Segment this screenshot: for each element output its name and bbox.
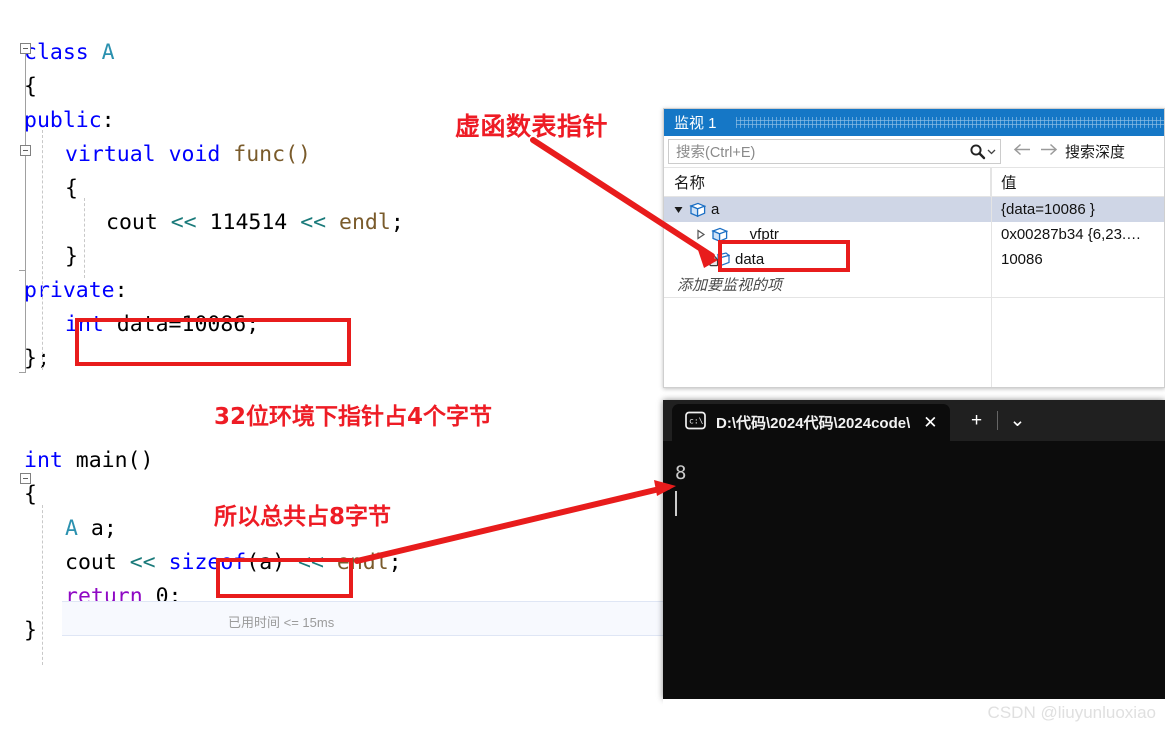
code-line: } [24, 614, 37, 648]
annotation-pointer-size: 32位环境下指针占4个字节 [214, 404, 493, 430]
code-token: public [24, 108, 102, 133]
current-line-highlight [62, 601, 665, 636]
code-token: { [24, 482, 37, 507]
code-token: main() [75, 448, 154, 473]
highlight-box-sizeof-call [216, 558, 353, 598]
object-box-icon [687, 202, 706, 218]
indent-guide-body [84, 198, 85, 278]
code-token: int [24, 448, 76, 473]
code-token: a; [90, 516, 117, 541]
expander-placeholder [692, 247, 709, 272]
terminal-actions[interactable]: + ⌄ [960, 400, 1035, 441]
watch-column-headers: 名称 值 [664, 167, 1164, 197]
code-line: cout << 114514 << endl; [106, 206, 404, 240]
close-icon[interactable]: ✕ [920, 414, 940, 431]
watch-window-titlebar[interactable]: 监视 1 [664, 109, 1164, 136]
code-token: class [24, 40, 102, 65]
watch-search-box[interactable]: 搜索(Ctrl+E) [668, 139, 1001, 164]
code-line: virtual void func() [65, 138, 311, 172]
watch-row-name-cell[interactable]: a [664, 197, 991, 222]
collapse-triangle-icon[interactable] [670, 197, 687, 222]
terminal-tab[interactable]: c:\ D:\代码\2024代码\2024code\ ✕ [672, 404, 950, 441]
terminal-window[interactable]: c:\ D:\代码\2024代码\2024code\ ✕ + ⌄ 8 [663, 400, 1165, 699]
indent-guide-class [42, 130, 43, 370]
elapsed-time-hint: 已用时间 <= 15ms [228, 615, 335, 630]
fold-bar-func [25, 156, 26, 270]
fold-foot-class [19, 372, 26, 373]
code-token: func() [233, 142, 311, 167]
fold-marker-main[interactable] [20, 473, 31, 484]
watch-add-item-row[interactable]: 添加要监视的项 [664, 272, 1164, 298]
code-token: A [65, 516, 91, 541]
search-input[interactable]: 搜索(Ctrl+E) [676, 141, 969, 162]
watermark: CSDN @liuyunluoxiao [987, 703, 1156, 722]
code-token: ; [388, 550, 402, 575]
svg-text:c:\: c:\ [689, 416, 704, 425]
chevron-down-icon[interactable]: ⌄ [1001, 400, 1035, 441]
highlight-box-vfptr-row [718, 240, 850, 272]
watch-row-value[interactable]: {data=10086 } [991, 201, 1164, 218]
column-header-name[interactable]: 名称 [664, 168, 991, 196]
fold-foot-func [19, 270, 26, 271]
code-token: cout [65, 550, 130, 575]
code-line: private: [24, 274, 128, 308]
code-token: : [114, 278, 128, 303]
code-token: }; [24, 346, 50, 371]
watch-row-value[interactable]: 0x00287b34 {6,23.… [991, 226, 1164, 243]
code-line: A a; [65, 512, 117, 546]
code-line: { [65, 172, 78, 206]
fold-marker-class[interactable] [20, 43, 31, 54]
code-token: } [24, 618, 37, 643]
back-arrow-icon[interactable] [1013, 142, 1032, 162]
search-icon[interactable] [969, 143, 986, 160]
watch-row[interactable]: a {data=10086 } [664, 197, 1164, 222]
chevron-down-icon[interactable] [986, 140, 997, 163]
column-divider [991, 167, 992, 387]
code-token: << [300, 210, 340, 235]
highlight-box-data-member [75, 318, 351, 366]
annotation-vfptr-label: 虚函数表指针 [455, 112, 609, 141]
watch-toolbar[interactable]: 搜索(Ctrl+E) 搜索深度 [664, 136, 1164, 167]
terminal-cursor [675, 491, 677, 516]
code-token: ; [390, 210, 404, 235]
code-token: } [65, 244, 78, 269]
column-header-value[interactable]: 值 [991, 168, 1164, 196]
terminal-tab-title: D:\代码\2024代码\2024code\ [716, 415, 911, 432]
expand-triangle-icon[interactable] [692, 222, 709, 247]
watch-depth-nav[interactable]: 搜索深度 [1005, 141, 1125, 162]
watch-add-item-label[interactable]: 添加要监视的项 [677, 274, 782, 295]
new-tab-icon[interactable]: + [960, 400, 994, 441]
watch-empty-area [664, 298, 1164, 387]
search-depth-label: 搜索深度 [1065, 144, 1126, 161]
code-token: virtual [65, 142, 169, 167]
watch-row-value[interactable]: 10086 [991, 251, 1164, 268]
terminal-output-area[interactable]: 8 [663, 441, 1165, 699]
fold-marker-func[interactable] [20, 145, 31, 156]
code-line: class A [24, 36, 115, 70]
terminal-output-text: 8 [675, 462, 687, 484]
code-line: } [65, 240, 78, 274]
code-token: endl [339, 210, 391, 235]
code-token: << [129, 550, 169, 575]
code-line: public: [24, 104, 115, 138]
code-line: int main() [24, 444, 153, 478]
watch-row-name: a [711, 201, 720, 218]
code-token: : [101, 108, 115, 133]
code-token: cout [106, 210, 171, 235]
code-token: A [101, 40, 115, 65]
code-token: { [65, 176, 78, 201]
indent-guide-func [42, 505, 43, 665]
code-line: }; [24, 342, 50, 376]
titlebar-grip-dots [736, 117, 1164, 128]
toolbar-divider [996, 411, 998, 430]
code-token: 114514 [209, 210, 301, 235]
console-icon: c:\ [685, 411, 706, 435]
code-token: void [168, 142, 234, 167]
terminal-tabbar[interactable]: c:\ D:\代码\2024代码\2024code\ ✕ + ⌄ [663, 400, 1165, 441]
code-token: private [24, 278, 115, 303]
annotation-total-size: 所以总共占8字节 [214, 504, 392, 530]
code-token: << [170, 210, 210, 235]
watch-window-title: 监视 1 [674, 115, 717, 132]
forward-arrow-icon[interactable] [1039, 142, 1058, 162]
